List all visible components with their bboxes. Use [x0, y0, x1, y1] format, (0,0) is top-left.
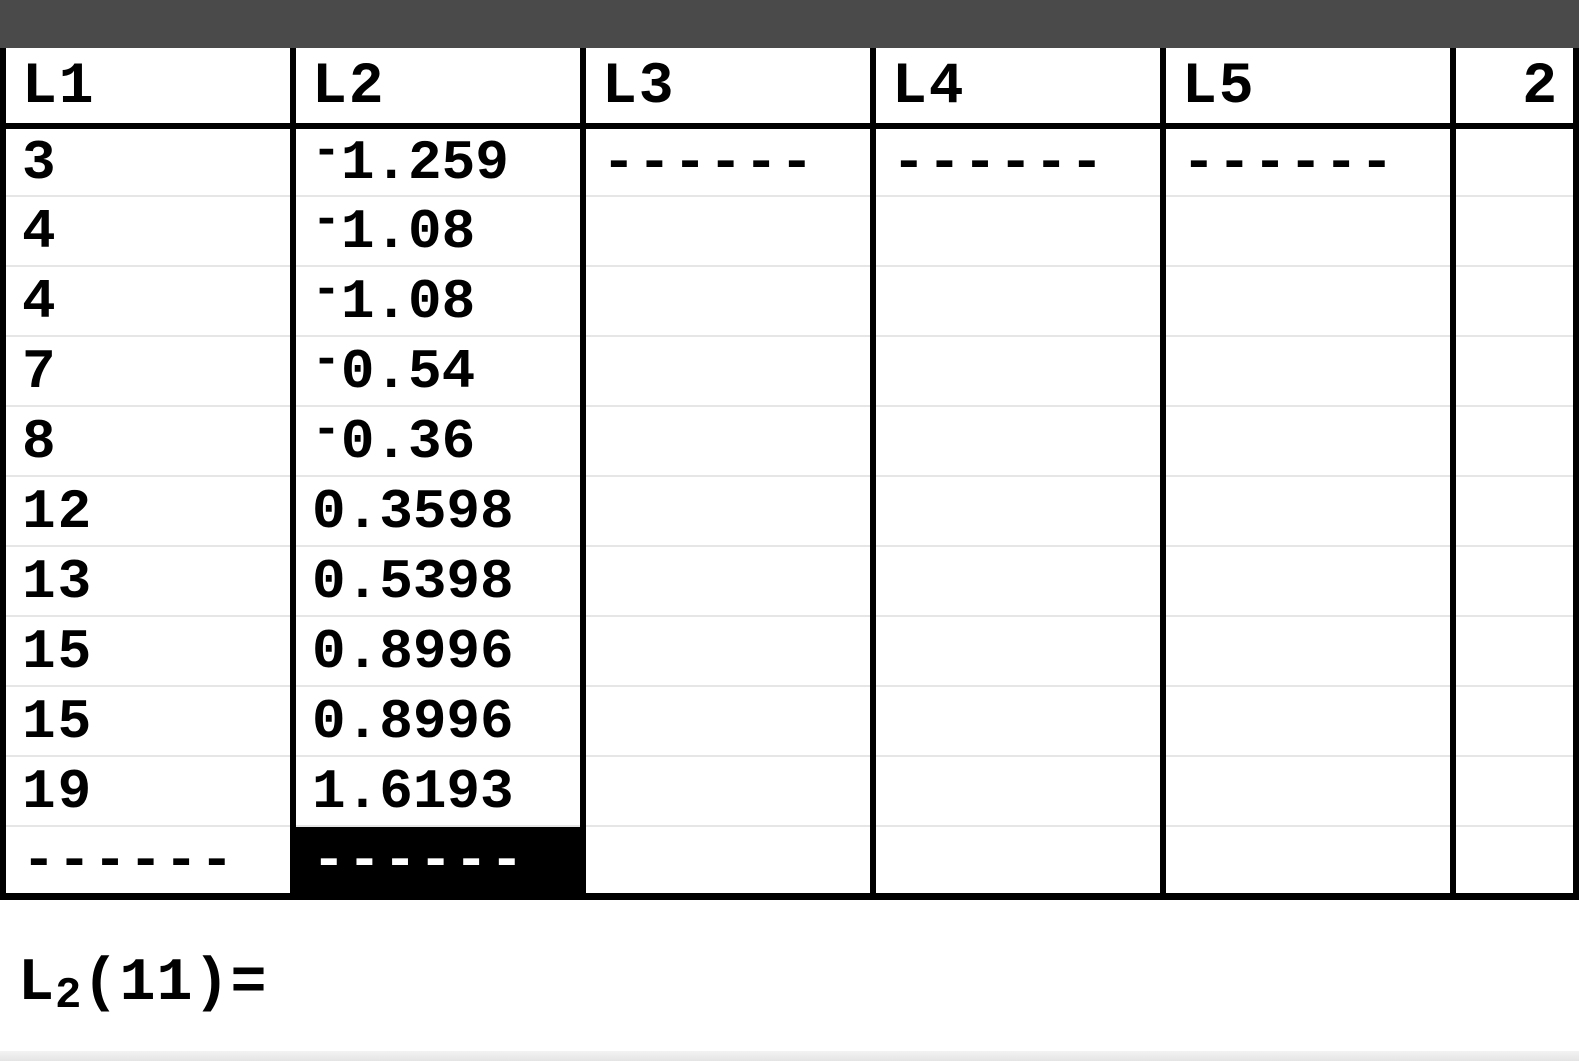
table-row: 150.8996: [3, 686, 1576, 756]
cell-L3[interactable]: [583, 826, 873, 896]
cell-L4[interactable]: [873, 336, 1163, 406]
cell-L3[interactable]: [583, 336, 873, 406]
col-header-L2[interactable]: L2: [293, 48, 583, 126]
cell-L5[interactable]: [1163, 266, 1453, 336]
cell-L1[interactable]: 3: [3, 126, 293, 196]
cell-L4[interactable]: ------: [873, 126, 1163, 196]
list-editor-screen: L1 L2 L3 L4 L5 2 3-1.259----------------…: [0, 48, 1579, 1018]
cell-L4[interactable]: [873, 476, 1163, 546]
cell-L4[interactable]: [873, 686, 1163, 756]
cell-L5[interactable]: [1163, 686, 1453, 756]
cell-L1[interactable]: 19: [3, 756, 293, 826]
cell-L4[interactable]: [873, 546, 1163, 616]
cell-L2[interactable]: -1.08: [293, 266, 583, 336]
cell-L1[interactable]: ------: [3, 826, 293, 896]
row-indicator-cell: [1453, 266, 1576, 336]
window-titlebar: [0, 0, 1579, 48]
row-indicator-cell: [1453, 756, 1576, 826]
cell-L5[interactable]: [1163, 476, 1453, 546]
cell-L4[interactable]: [873, 826, 1163, 896]
col-header-L5[interactable]: L5: [1163, 48, 1453, 126]
cell-L5[interactable]: [1163, 616, 1453, 686]
table-row: 7-0.54: [3, 336, 1576, 406]
table-row: 150.8996: [3, 616, 1576, 686]
cell-L4[interactable]: [873, 406, 1163, 476]
cell-L2[interactable]: 1.6193: [293, 756, 583, 826]
table-row: ------------: [3, 826, 1576, 896]
row-indicator-cell: [1453, 196, 1576, 266]
cell-L1[interactable]: 8: [3, 406, 293, 476]
cell-L1[interactable]: 4: [3, 266, 293, 336]
header-row: L1 L2 L3 L4 L5 2: [3, 48, 1576, 126]
entry-close-paren: ): [193, 950, 230, 1018]
cell-L4[interactable]: [873, 266, 1163, 336]
col-header-L3[interactable]: L3: [583, 48, 873, 126]
cell-L2[interactable]: 0.3598: [293, 476, 583, 546]
entry-list-name: L2: [18, 950, 82, 1018]
cell-L2[interactable]: 0.8996: [293, 616, 583, 686]
cell-L1[interactable]: 15: [3, 616, 293, 686]
cell-L2[interactable]: -1.08: [293, 196, 583, 266]
row-indicator-cell: [1453, 406, 1576, 476]
list-table[interactable]: L1 L2 L3 L4 L5 2 3-1.259----------------…: [0, 48, 1579, 900]
cell-L1[interactable]: 15: [3, 686, 293, 756]
cell-L2[interactable]: -1.259: [293, 126, 583, 196]
cell-L3[interactable]: [583, 196, 873, 266]
cell-L3[interactable]: ------: [583, 126, 873, 196]
cursor-cell[interactable]: ------: [293, 826, 583, 896]
cell-L3[interactable]: [583, 756, 873, 826]
table-row: 130.5398: [3, 546, 1576, 616]
table-row: 8-0.36: [3, 406, 1576, 476]
col-header-L1[interactable]: L1: [3, 48, 293, 126]
entry-open-paren: (: [82, 950, 119, 1018]
bottom-edge: [0, 1051, 1579, 1061]
cell-L3[interactable]: [583, 266, 873, 336]
row-indicator-cell: [1453, 476, 1576, 546]
row-indicator-cell: [1453, 336, 1576, 406]
cell-L3[interactable]: [583, 546, 873, 616]
cell-L2[interactable]: 0.5398: [293, 546, 583, 616]
row-indicator-cell: [1453, 826, 1576, 896]
cell-L2[interactable]: -0.54: [293, 336, 583, 406]
cell-L4[interactable]: [873, 196, 1163, 266]
cell-L2[interactable]: -0.36: [293, 406, 583, 476]
row-indicator-cell: [1453, 126, 1576, 196]
col-header-L4[interactable]: L4: [873, 48, 1163, 126]
cell-L5[interactable]: [1163, 336, 1453, 406]
entry-equals: =: [230, 950, 267, 1018]
table-row: 4-1.08: [3, 196, 1576, 266]
cell-L5[interactable]: ------: [1163, 126, 1453, 196]
list-table-container: L1 L2 L3 L4 L5 2 3-1.259----------------…: [0, 48, 1579, 900]
cell-L4[interactable]: [873, 756, 1163, 826]
table-row: 191.6193: [3, 756, 1576, 826]
col-indicator: 2: [1453, 48, 1576, 126]
cell-L1[interactable]: 12: [3, 476, 293, 546]
cell-L1[interactable]: 4: [3, 196, 293, 266]
cell-L2[interactable]: 0.8996: [293, 686, 583, 756]
cell-L5[interactable]: [1163, 826, 1453, 896]
table-row: 120.3598: [3, 476, 1576, 546]
cell-L5[interactable]: [1163, 756, 1453, 826]
cell-L3[interactable]: [583, 406, 873, 476]
row-indicator-cell: [1453, 616, 1576, 686]
cell-L3[interactable]: [583, 476, 873, 546]
cell-L4[interactable]: [873, 616, 1163, 686]
row-indicator-cell: [1453, 546, 1576, 616]
cell-L1[interactable]: 13: [3, 546, 293, 616]
cell-L5[interactable]: [1163, 546, 1453, 616]
table-row: 4-1.08: [3, 266, 1576, 336]
entry-index: 11: [119, 950, 193, 1018]
cell-L5[interactable]: [1163, 196, 1453, 266]
cell-L3[interactable]: [583, 686, 873, 756]
cell-L3[interactable]: [583, 616, 873, 686]
cell-L5[interactable]: [1163, 406, 1453, 476]
cell-L1[interactable]: 7: [3, 336, 293, 406]
table-row: 3-1.259------------------: [3, 126, 1576, 196]
entry-line[interactable]: L2(11)=: [0, 900, 1579, 1018]
row-indicator-cell: [1453, 686, 1576, 756]
